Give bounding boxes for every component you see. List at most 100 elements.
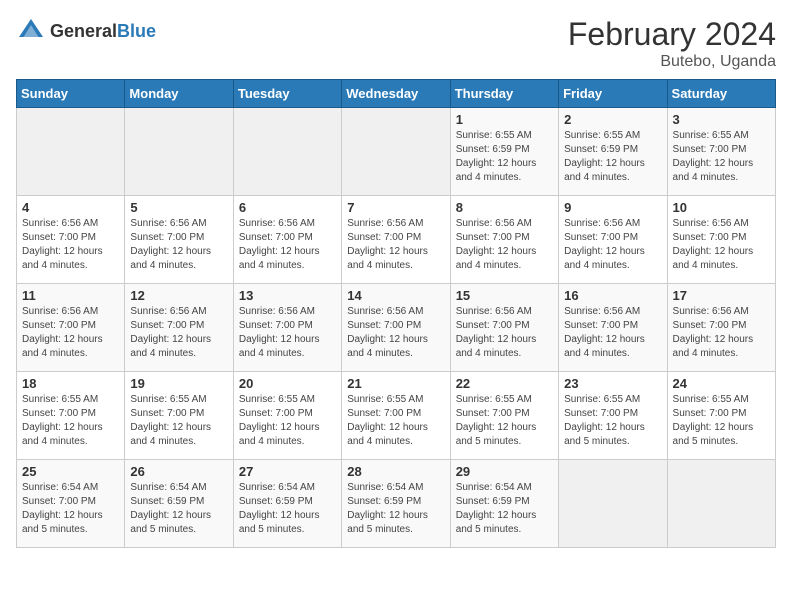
calendar-cell: 18 Sunrise: 6:55 AM Sunset: 7:00 PM Dayli… bbox=[17, 372, 125, 460]
day-number: 19 bbox=[130, 376, 227, 391]
day-number: 11 bbox=[22, 288, 119, 303]
day-number: 24 bbox=[673, 376, 770, 391]
header-wednesday: Wednesday bbox=[342, 80, 450, 108]
calendar-cell: 19 Sunrise: 6:55 AM Sunset: 7:00 PM Dayli… bbox=[125, 372, 233, 460]
day-info: Sunrise: 6:54 AM Sunset: 6:59 PM Dayligh… bbox=[130, 481, 227, 537]
day-number: 12 bbox=[130, 288, 227, 303]
calendar-cell: 23 Sunrise: 6:55 AM Sunset: 7:00 PM Dayli… bbox=[559, 372, 667, 460]
day-number: 9 bbox=[564, 200, 661, 215]
header-sunday: Sunday bbox=[17, 80, 125, 108]
calendar-cell: 26Sunrise: 6:54 AM Sunset: 6:59 PM Dayli… bbox=[125, 460, 233, 548]
day-info: Sunrise: 6:55 AM Sunset: 7:00 PM Dayligh… bbox=[239, 393, 336, 449]
header-friday: Friday bbox=[559, 80, 667, 108]
calendar-cell: 17 Sunrise: 6:56 AM Sunset: 7:00 PM Dayli… bbox=[667, 284, 775, 372]
month-title: February 2024 bbox=[568, 16, 776, 53]
week-row-1: 1 Sunrise: 6:55 AM Sunset: 6:59 PM Daylig… bbox=[17, 108, 776, 196]
day-info: Sunrise: 6:56 AM Sunset: 7:00 PM Dayligh… bbox=[673, 305, 770, 361]
day-number: 15 bbox=[456, 288, 553, 303]
calendar-cell: 25 Sunrise: 6:54 AM Sunset: 7:00 PM Dayli… bbox=[17, 460, 125, 548]
day-number: 6 bbox=[239, 200, 336, 215]
calendar-cell: 11 Sunrise: 6:56 AM Sunset: 7:00 PM Dayli… bbox=[17, 284, 125, 372]
day-info: Sunrise: 6:55 AM Sunset: 7:00 PM Dayligh… bbox=[456, 393, 553, 449]
calendar-cell bbox=[667, 460, 775, 548]
day-info: Sunrise: 6:55 AM Sunset: 6:59 PM Dayligh… bbox=[456, 129, 553, 185]
day-info: Sunrise: 6:54 AM Sunset: 6:59 PM Dayligh… bbox=[456, 481, 553, 537]
calendar-cell: 12 Sunrise: 6:56 AM Sunset: 7:00 PM Dayli… bbox=[125, 284, 233, 372]
day-info: Sunrise: 6:55 AM Sunset: 7:00 PM Dayligh… bbox=[22, 393, 119, 449]
day-info: Sunrise: 6:56 AM Sunset: 7:00 PM Dayligh… bbox=[22, 305, 119, 361]
day-info: Sunrise: 6:55 AM Sunset: 7:00 PM Dayligh… bbox=[347, 393, 444, 449]
day-info: Sunrise: 6:55 AM Sunset: 7:00 PM Dayligh… bbox=[130, 393, 227, 449]
day-number: 18 bbox=[22, 376, 119, 391]
day-number: 3 bbox=[673, 112, 770, 127]
day-number: 14 bbox=[347, 288, 444, 303]
day-number: 29 bbox=[456, 464, 553, 479]
day-number: 25 bbox=[22, 464, 119, 479]
week-row-3: 11 Sunrise: 6:56 AM Sunset: 7:00 PM Dayli… bbox=[17, 284, 776, 372]
calendar-cell: 22Sunrise: 6:55 AM Sunset: 7:00 PM Dayli… bbox=[450, 372, 558, 460]
calendar-cell bbox=[342, 108, 450, 196]
calendar-header-row: SundayMondayTuesdayWednesdayThursdayFrid… bbox=[17, 80, 776, 108]
day-info: Sunrise: 6:54 AM Sunset: 7:00 PM Dayligh… bbox=[22, 481, 119, 537]
day-number: 28 bbox=[347, 464, 444, 479]
day-number: 27 bbox=[239, 464, 336, 479]
day-info: Sunrise: 6:56 AM Sunset: 7:00 PM Dayligh… bbox=[564, 217, 661, 273]
day-info: Sunrise: 6:56 AM Sunset: 7:00 PM Dayligh… bbox=[239, 305, 336, 361]
week-row-2: 4 Sunrise: 6:56 AM Sunset: 7:00 PM Daylig… bbox=[17, 196, 776, 284]
day-info: Sunrise: 6:56 AM Sunset: 7:00 PM Dayligh… bbox=[673, 217, 770, 273]
day-number: 20 bbox=[239, 376, 336, 391]
calendar-cell: 28 Sunrise: 6:54 AM Sunset: 6:59 PM Dayli… bbox=[342, 460, 450, 548]
calendar-cell: 7 Sunrise: 6:56 AM Sunset: 7:00 PM Daylig… bbox=[342, 196, 450, 284]
logo-icon bbox=[16, 16, 46, 46]
day-number: 4 bbox=[22, 200, 119, 215]
calendar-cell: 10 Sunrise: 6:56 AM Sunset: 7:00 PM Dayli… bbox=[667, 196, 775, 284]
day-info: Sunrise: 6:54 AM Sunset: 6:59 PM Dayligh… bbox=[239, 481, 336, 537]
day-info: Sunrise: 6:55 AM Sunset: 7:00 PM Dayligh… bbox=[673, 129, 770, 185]
day-number: 21 bbox=[347, 376, 444, 391]
day-number: 1 bbox=[456, 112, 553, 127]
day-number: 17 bbox=[673, 288, 770, 303]
calendar-cell: 3 Sunrise: 6:55 AM Sunset: 7:00 PM Daylig… bbox=[667, 108, 775, 196]
calendar-cell: 5 Sunrise: 6:56 AM Sunset: 7:00 PM Daylig… bbox=[125, 196, 233, 284]
day-info: Sunrise: 6:54 AM Sunset: 6:59 PM Dayligh… bbox=[347, 481, 444, 537]
header-tuesday: Tuesday bbox=[233, 80, 341, 108]
day-number: 13 bbox=[239, 288, 336, 303]
day-info: Sunrise: 6:55 AM Sunset: 6:59 PM Dayligh… bbox=[564, 129, 661, 185]
header-saturday: Saturday bbox=[667, 80, 775, 108]
day-number: 23 bbox=[564, 376, 661, 391]
day-info: Sunrise: 6:56 AM Sunset: 7:00 PM Dayligh… bbox=[347, 217, 444, 273]
calendar-cell bbox=[233, 108, 341, 196]
header-monday: Monday bbox=[125, 80, 233, 108]
day-number: 7 bbox=[347, 200, 444, 215]
calendar-cell bbox=[125, 108, 233, 196]
day-number: 5 bbox=[130, 200, 227, 215]
day-info: Sunrise: 6:56 AM Sunset: 7:00 PM Dayligh… bbox=[456, 305, 553, 361]
calendar-cell: 20 Sunrise: 6:55 AM Sunset: 7:00 PM Dayli… bbox=[233, 372, 341, 460]
day-number: 16 bbox=[564, 288, 661, 303]
day-info: Sunrise: 6:56 AM Sunset: 7:00 PM Dayligh… bbox=[347, 305, 444, 361]
calendar-cell: 2 Sunrise: 6:55 AM Sunset: 6:59 PM Daylig… bbox=[559, 108, 667, 196]
page-header: GeneralBlue February 2024 Butebo, Uganda bbox=[16, 16, 776, 71]
day-info: Sunrise: 6:56 AM Sunset: 7:00 PM Dayligh… bbox=[22, 217, 119, 273]
day-number: 2 bbox=[564, 112, 661, 127]
calendar-cell: 21 Sunrise: 6:55 AM Sunset: 7:00 PM Dayli… bbox=[342, 372, 450, 460]
day-number: 10 bbox=[673, 200, 770, 215]
calendar-table: SundayMondayTuesdayWednesdayThursdayFrid… bbox=[16, 79, 776, 548]
calendar-cell bbox=[559, 460, 667, 548]
header-thursday: Thursday bbox=[450, 80, 558, 108]
calendar-cell: 14 Sunrise: 6:56 AM Sunset: 7:00 PM Dayli… bbox=[342, 284, 450, 372]
day-info: Sunrise: 6:56 AM Sunset: 7:00 PM Dayligh… bbox=[239, 217, 336, 273]
title-block: February 2024 Butebo, Uganda bbox=[568, 16, 776, 71]
calendar-cell: 29 Sunrise: 6:54 AM Sunset: 6:59 PM Dayli… bbox=[450, 460, 558, 548]
day-info: Sunrise: 6:56 AM Sunset: 7:00 PM Dayligh… bbox=[564, 305, 661, 361]
week-row-5: 25 Sunrise: 6:54 AM Sunset: 7:00 PM Dayli… bbox=[17, 460, 776, 548]
calendar-cell: 13 Sunrise: 6:56 AM Sunset: 7:00 PM Dayli… bbox=[233, 284, 341, 372]
calendar-cell: 4 Sunrise: 6:56 AM Sunset: 7:00 PM Daylig… bbox=[17, 196, 125, 284]
week-row-4: 18 Sunrise: 6:55 AM Sunset: 7:00 PM Dayli… bbox=[17, 372, 776, 460]
day-info: Sunrise: 6:55 AM Sunset: 7:00 PM Dayligh… bbox=[673, 393, 770, 449]
calendar-cell: 1 Sunrise: 6:55 AM Sunset: 6:59 PM Daylig… bbox=[450, 108, 558, 196]
location: Butebo, Uganda bbox=[568, 53, 776, 71]
day-info: Sunrise: 6:55 AM Sunset: 7:00 PM Dayligh… bbox=[564, 393, 661, 449]
day-info: Sunrise: 6:56 AM Sunset: 7:00 PM Dayligh… bbox=[130, 217, 227, 273]
day-info: Sunrise: 6:56 AM Sunset: 7:00 PM Dayligh… bbox=[130, 305, 227, 361]
